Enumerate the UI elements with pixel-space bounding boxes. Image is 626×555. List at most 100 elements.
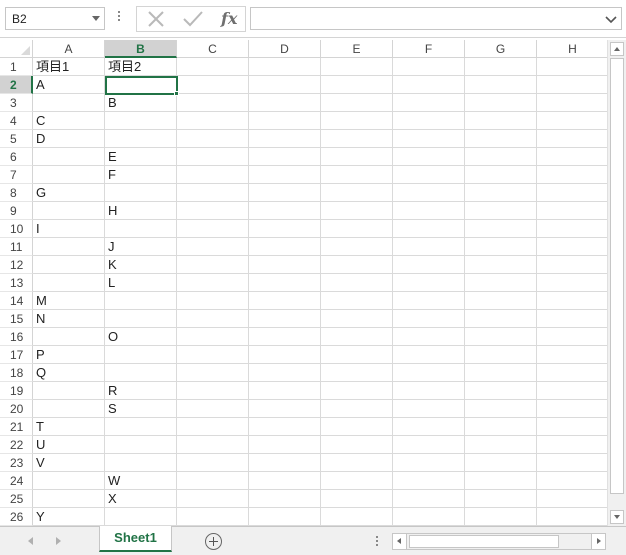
- cell-c17[interactable]: [177, 346, 249, 364]
- chevron-down-icon[interactable]: [605, 16, 617, 24]
- cell-c12[interactable]: [177, 256, 249, 274]
- cell-e5[interactable]: [321, 130, 393, 148]
- cell-g12[interactable]: [465, 256, 537, 274]
- cell-c4[interactable]: [177, 112, 249, 130]
- scroll-down-button[interactable]: [610, 510, 624, 524]
- row-header[interactable]: 23: [0, 454, 33, 472]
- cell-d17[interactable]: [249, 346, 321, 364]
- cell-b13[interactable]: L: [105, 274, 177, 292]
- cell-h14[interactable]: [537, 292, 607, 310]
- cell-f11[interactable]: [393, 238, 465, 256]
- cell-c20[interactable]: [177, 400, 249, 418]
- column-header-b[interactable]: B: [105, 40, 177, 58]
- cell-a9[interactable]: [33, 202, 105, 220]
- cell-a20[interactable]: [33, 400, 105, 418]
- cell-b26[interactable]: [105, 508, 177, 526]
- cell-b18[interactable]: [105, 364, 177, 382]
- cell-f12[interactable]: [393, 256, 465, 274]
- cell-a15[interactable]: N: [33, 310, 105, 328]
- cell-d8[interactable]: [249, 184, 321, 202]
- row-header[interactable]: 16: [0, 328, 33, 346]
- column-header-a[interactable]: A: [33, 40, 105, 58]
- cell-g6[interactable]: [465, 148, 537, 166]
- cell-d23[interactable]: [249, 454, 321, 472]
- cell-g25[interactable]: [465, 490, 537, 508]
- cell-c1[interactable]: [177, 58, 249, 76]
- cell-g1[interactable]: [465, 58, 537, 76]
- cell-c11[interactable]: [177, 238, 249, 256]
- cell-g16[interactable]: [465, 328, 537, 346]
- cell-e24[interactable]: [321, 472, 393, 490]
- horizontal-scrollbar[interactable]: [392, 533, 606, 550]
- cell-h15[interactable]: [537, 310, 607, 328]
- cell-c13[interactable]: [177, 274, 249, 292]
- cell-a21[interactable]: T: [33, 418, 105, 436]
- cell-h4[interactable]: [537, 112, 607, 130]
- column-header-g[interactable]: G: [465, 40, 537, 58]
- cell-b5[interactable]: [105, 130, 177, 148]
- row-header[interactable]: 4: [0, 112, 33, 130]
- cell-a14[interactable]: M: [33, 292, 105, 310]
- cell-g3[interactable]: [465, 94, 537, 112]
- insert-function-button[interactable]: fx: [211, 7, 245, 31]
- tab-split-handle-icon[interactable]: [375, 536, 379, 550]
- cell-a12[interactable]: [33, 256, 105, 274]
- cell-a10[interactable]: I: [33, 220, 105, 238]
- cell-b2[interactable]: [105, 76, 177, 94]
- cell-f8[interactable]: [393, 184, 465, 202]
- cell-d13[interactable]: [249, 274, 321, 292]
- row-header[interactable]: 8: [0, 184, 33, 202]
- cell-a4[interactable]: C: [33, 112, 105, 130]
- cell-h20[interactable]: [537, 400, 607, 418]
- cell-d7[interactable]: [249, 166, 321, 184]
- cell-c5[interactable]: [177, 130, 249, 148]
- row-header[interactable]: 20: [0, 400, 33, 418]
- cell-e9[interactable]: [321, 202, 393, 220]
- cell-d1[interactable]: [249, 58, 321, 76]
- cell-b23[interactable]: [105, 454, 177, 472]
- cell-c7[interactable]: [177, 166, 249, 184]
- cell-g15[interactable]: [465, 310, 537, 328]
- formula-input[interactable]: [250, 7, 622, 30]
- cell-g4[interactable]: [465, 112, 537, 130]
- cell-h9[interactable]: [537, 202, 607, 220]
- cell-a1[interactable]: 項目1: [33, 58, 105, 76]
- row-header[interactable]: 12: [0, 256, 33, 274]
- row-header[interactable]: 10: [0, 220, 33, 238]
- cell-h18[interactable]: [537, 364, 607, 382]
- cell-h3[interactable]: [537, 94, 607, 112]
- fill-handle[interactable]: [174, 91, 179, 96]
- cell-h12[interactable]: [537, 256, 607, 274]
- cell-f10[interactable]: [393, 220, 465, 238]
- row-header[interactable]: 14: [0, 292, 33, 310]
- cell-f4[interactable]: [393, 112, 465, 130]
- cell-e25[interactable]: [321, 490, 393, 508]
- row-header[interactable]: 21: [0, 418, 33, 436]
- row-header[interactable]: 13: [0, 274, 33, 292]
- cell-a2[interactable]: A: [33, 76, 105, 94]
- cell-b17[interactable]: [105, 346, 177, 364]
- cancel-button[interactable]: [139, 7, 173, 31]
- cell-h6[interactable]: [537, 148, 607, 166]
- column-header-d[interactable]: D: [249, 40, 321, 58]
- cell-e8[interactable]: [321, 184, 393, 202]
- horizontal-scroll-thumb[interactable]: [409, 535, 559, 548]
- cell-b20[interactable]: S: [105, 400, 177, 418]
- cell-c15[interactable]: [177, 310, 249, 328]
- vertical-scroll-thumb[interactable]: [610, 58, 624, 494]
- cell-f26[interactable]: [393, 508, 465, 526]
- cell-a11[interactable]: [33, 238, 105, 256]
- formula-bar-drag-handle-icon[interactable]: [117, 11, 121, 25]
- name-box[interactable]: B2: [5, 7, 105, 30]
- cell-d10[interactable]: [249, 220, 321, 238]
- cell-b4[interactable]: [105, 112, 177, 130]
- cell-e18[interactable]: [321, 364, 393, 382]
- cell-g24[interactable]: [465, 472, 537, 490]
- cell-g22[interactable]: [465, 436, 537, 454]
- cell-c8[interactable]: [177, 184, 249, 202]
- cell-b1[interactable]: 項目2: [105, 58, 177, 76]
- cell-g8[interactable]: [465, 184, 537, 202]
- cell-d2[interactable]: [249, 76, 321, 94]
- cell-e22[interactable]: [321, 436, 393, 454]
- cell-c26[interactable]: [177, 508, 249, 526]
